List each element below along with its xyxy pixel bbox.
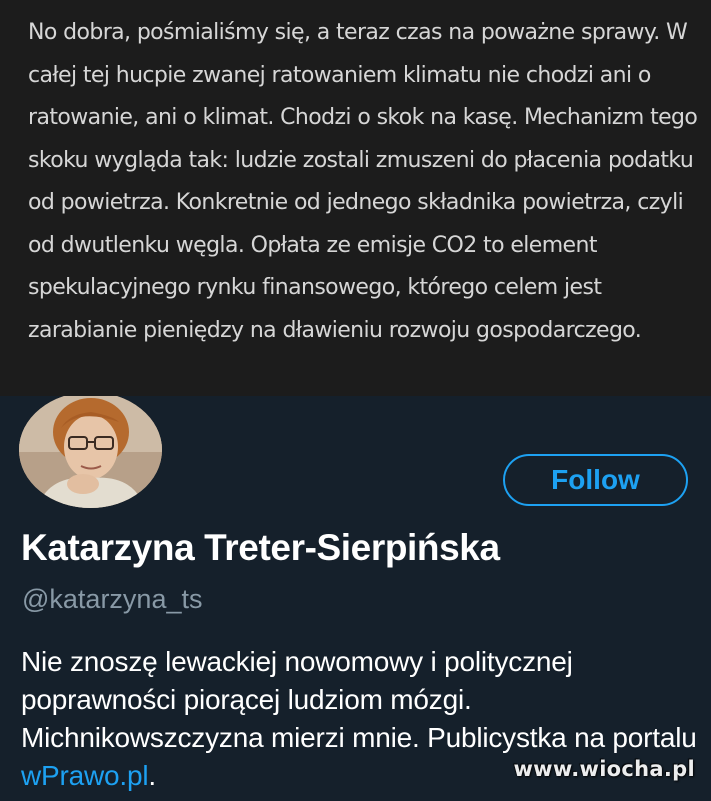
bio-text: Nie znoszę lewackiej nowomowy i politycz… (21, 646, 697, 753)
avatar[interactable] (19, 396, 162, 508)
profile-card: Follow Katarzyna Treter-Sierpińska @kata… (0, 396, 711, 801)
avatar-photo (19, 396, 162, 508)
user-handle: @katarzyna_ts (22, 584, 203, 614)
quoted-post: No dobra, pośmialiśmy się, a teraz czas … (0, 0, 711, 396)
watermark: www.wiocha.pl (513, 757, 695, 781)
post-text: No dobra, pośmialiśmy się, a teraz czas … (28, 20, 698, 343)
bio-link[interactable]: wPrawo.pl (21, 760, 149, 791)
display-name: Katarzyna Treter-Sierpińska (21, 527, 500, 568)
bio-suffix: . (148, 760, 156, 791)
follow-button[interactable]: Follow (503, 454, 688, 506)
